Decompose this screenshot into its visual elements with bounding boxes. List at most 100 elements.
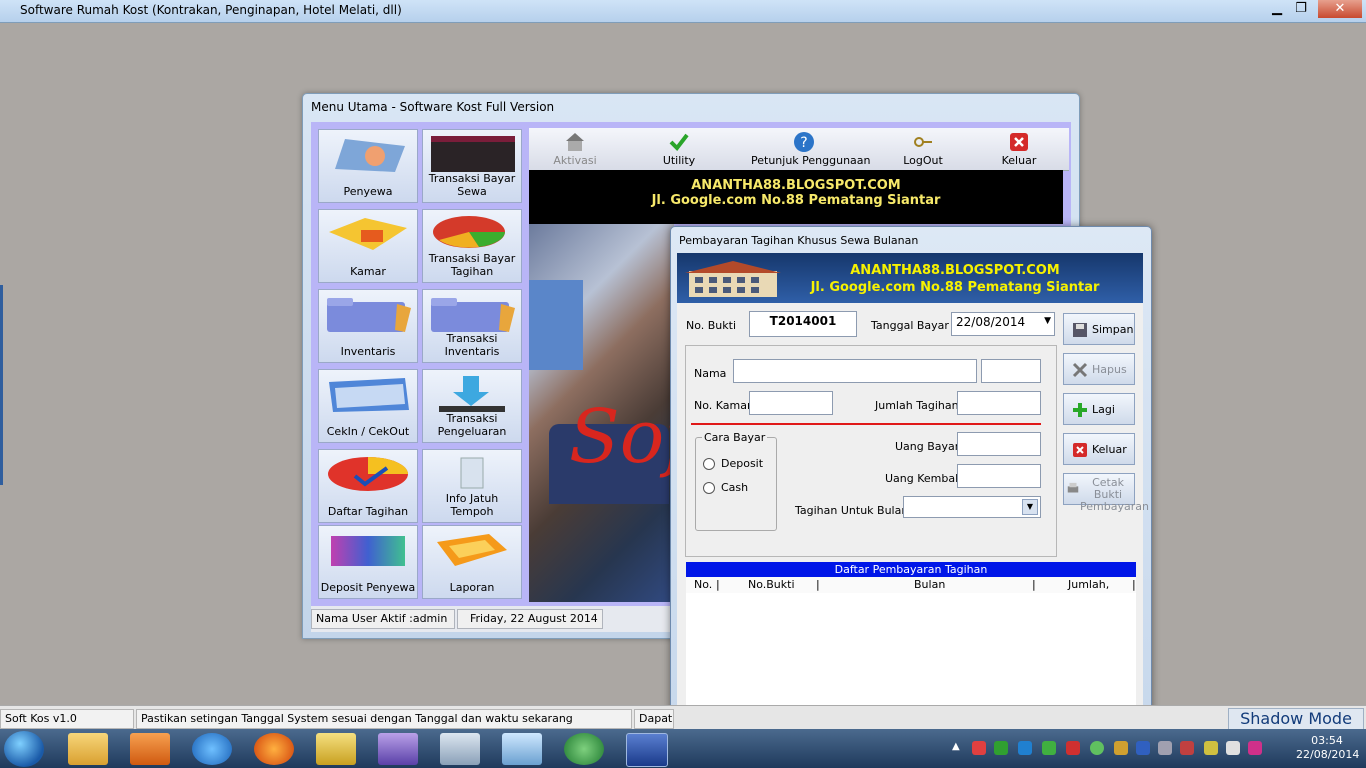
- window-icon[interactable]: [440, 733, 480, 765]
- toolbar-petunjuk[interactable]: ? Petunjuk Penggunaan: [751, 128, 871, 170]
- toolbar-utility[interactable]: Utility: [641, 128, 717, 170]
- internet-explorer-icon[interactable]: [192, 733, 232, 765]
- hapus-button[interactable]: Hapus: [1063, 353, 1135, 385]
- tray-expand-icon[interactable]: ▲: [952, 741, 960, 752]
- cash-label: Cash: [721, 481, 749, 494]
- col-jumlah[interactable]: Jumlah,: [1068, 577, 1109, 593]
- col-bulan[interactable]: Bulan: [914, 577, 945, 593]
- close-icon: [1010, 133, 1028, 151]
- tile-kamar[interactable]: Kamar: [318, 209, 418, 283]
- maximize-button[interactable]: ❐: [1286, 0, 1316, 18]
- folder-icon: [431, 298, 515, 332]
- simpan-button[interactable]: Simpan: [1063, 313, 1135, 345]
- toolbar-logout[interactable]: LogOut: [885, 128, 961, 170]
- clock-time: 03:54: [1311, 734, 1343, 747]
- status-date: Friday, 22 August 2014: [457, 609, 603, 629]
- tile-inventaris[interactable]: Inventaris: [318, 289, 418, 363]
- tray-icon[interactable]: [1204, 741, 1218, 755]
- penyewa-icon: [335, 139, 405, 172]
- tile-transaksi-bayar-tagihan[interactable]: Transaksi Bayar Tagihan: [422, 209, 522, 283]
- toolbar-aktivasi[interactable]: Aktivasi: [537, 128, 613, 170]
- uang-bayar-label: Uang Bayar: [895, 440, 960, 453]
- pay-banner: ANANTHA88.BLOGSPOT.COM Jl. Google.com No…: [677, 253, 1143, 303]
- lagi-button[interactable]: Lagi: [1063, 393, 1135, 425]
- document-icon[interactable]: [502, 733, 542, 765]
- tile-daftar-tagihan[interactable]: Daftar Tagihan: [318, 449, 418, 523]
- tray-icon[interactable]: [1158, 741, 1172, 755]
- tile-transaksi-bayar-sewa[interactable]: Transaksi Bayar Sewa: [422, 129, 522, 203]
- uang-bayar-field[interactable]: [957, 432, 1041, 456]
- tanggal-bayar-field[interactable]: 22/08/2014 ▼: [951, 312, 1055, 336]
- notes-icon[interactable]: [316, 733, 356, 765]
- tray-clock[interactable]: 03:54 22/08/2014: [1296, 734, 1360, 762]
- cetak-bukti-button[interactable]: Cetak Bukti Pembayaran: [1063, 473, 1149, 513]
- tile-label: Info Jatuh Tempoh: [445, 492, 499, 518]
- app-titlebar: Software Rumah Kost (Kontrakan, Penginap…: [0, 0, 1366, 23]
- banner-line2: Jl. Google.com No.88 Pematang Siantar: [651, 193, 941, 208]
- clock-date: 22/08/2014: [1296, 748, 1360, 761]
- status-message: Pastikan setingan Tanggal System sesuai …: [136, 709, 632, 743]
- cash-radio[interactable]: [703, 482, 715, 494]
- left-edge-strip: [0, 285, 3, 485]
- tile-transaksi-inventaris[interactable]: Transaksi Inventaris: [422, 289, 522, 363]
- table-column-headers: No. | No.Bukti | Bulan | Jumlah, |: [686, 577, 1136, 594]
- tray-icon[interactable]: [1042, 741, 1056, 755]
- tray-icon[interactable]: [972, 741, 986, 755]
- start-button-icon[interactable]: [4, 731, 44, 767]
- jumlah-tagihan-field[interactable]: [957, 391, 1041, 415]
- volume-icon[interactable]: [1226, 741, 1240, 755]
- tile-transaksi-pengeluaran[interactable]: Transaksi Pengeluaran: [422, 369, 522, 443]
- app-icon[interactable]: [378, 733, 418, 765]
- keluar-button[interactable]: Keluar: [1063, 433, 1135, 465]
- tray-icon[interactable]: [1018, 741, 1032, 755]
- deposit-radio[interactable]: [703, 458, 715, 470]
- printer-icon: [1067, 482, 1079, 493]
- globe-icon[interactable]: [564, 733, 604, 765]
- tray-icon[interactable]: [1066, 741, 1080, 755]
- tile-label: Kamar: [350, 265, 386, 278]
- tile-laporan[interactable]: Laporan: [422, 525, 522, 599]
- toolbar-keluar[interactable]: Keluar: [981, 128, 1057, 170]
- table-body[interactable]: ◀ ▶: [686, 593, 1136, 723]
- bluetooth-icon[interactable]: [1136, 741, 1150, 755]
- tile-deposit-penyewa[interactable]: Deposit Penyewa: [318, 525, 418, 599]
- nama-field[interactable]: [733, 359, 977, 383]
- col-no[interactable]: No.: [694, 577, 712, 593]
- daftar-table-title: Daftar Pembayaran Tagihan: [686, 562, 1136, 577]
- soft-kos-icon[interactable]: [626, 733, 668, 767]
- pay-window-title: Pembayaran Tagihan Khusus Sewa Bulanan: [679, 234, 919, 247]
- tagihan-bulan-label: Tagihan Untuk Bulan: [795, 504, 909, 517]
- pie-chart-icon: [328, 457, 408, 491]
- cara-bayar-label: Cara Bayar: [702, 431, 768, 444]
- tray-icon[interactable]: [994, 741, 1008, 755]
- media-player-icon[interactable]: [130, 733, 170, 765]
- shadow-mode-button[interactable]: Shadow Mode: [1228, 708, 1364, 730]
- firefox-icon[interactable]: [254, 733, 294, 765]
- tile-info-jatuh-tempoh[interactable]: Info Jatuh Tempoh: [422, 449, 522, 523]
- tile-label: Transaksi Pengeluaran: [437, 412, 507, 438]
- col-no-bukti[interactable]: No.Bukti: [748, 577, 795, 593]
- tray-icon[interactable]: [1114, 741, 1128, 755]
- tray-icon[interactable]: [1090, 741, 1104, 755]
- folder-icon: [327, 298, 411, 332]
- nama-label: Nama: [694, 367, 727, 380]
- tray-icon[interactable]: [1248, 741, 1262, 755]
- app-title: Software Rumah Kost (Kontrakan, Penginap…: [20, 3, 402, 17]
- uang-kembali-field[interactable]: [957, 464, 1041, 488]
- chevron-down-icon[interactable]: ▼: [1044, 316, 1051, 326]
- no-kamar-field[interactable]: [749, 391, 833, 415]
- chevron-down-icon[interactable]: ▼: [1022, 499, 1038, 515]
- tile-label: Transaksi Bayar Tagihan: [428, 252, 516, 278]
- tagihan-bulan-select[interactable]: ▼: [903, 496, 1041, 518]
- no-bukti-field[interactable]: T2014001: [749, 311, 857, 337]
- tray-icon[interactable]: [1180, 741, 1194, 755]
- tile-cekin-cekout[interactable]: CekIn / CekOut: [318, 369, 418, 443]
- explorer-icon[interactable]: [68, 733, 108, 765]
- photo-logo-text: Sof: [569, 394, 674, 480]
- key-icon: [914, 137, 932, 147]
- folder-dark-icon: [431, 136, 515, 172]
- tile-penyewa[interactable]: Penyewa: [318, 129, 418, 203]
- nama-extra-field[interactable]: [981, 359, 1041, 383]
- close-button[interactable]: ✕: [1318, 0, 1362, 18]
- tanggal-bayar-label: Tanggal Bayar: [871, 319, 949, 332]
